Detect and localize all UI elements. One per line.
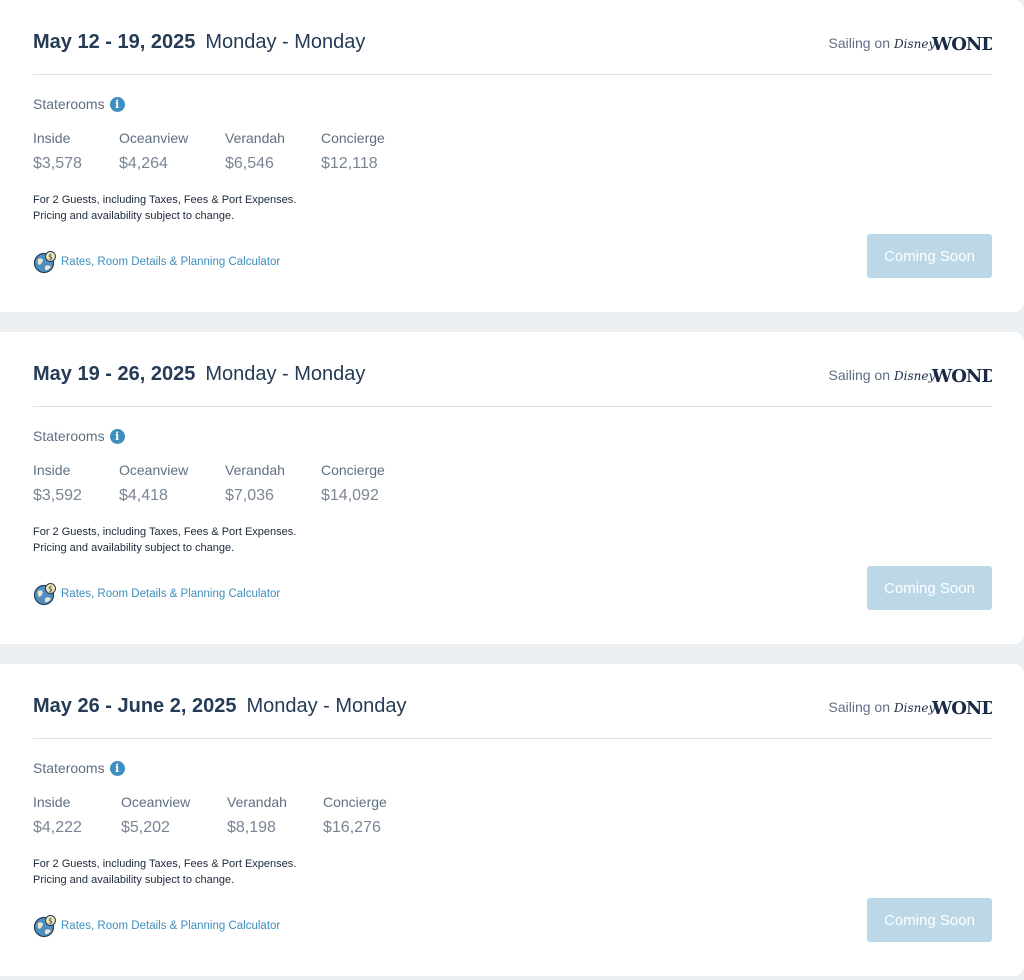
pricing-note-line: For 2 Guests, including Taxes, Fees & Po… <box>33 526 297 538</box>
sailing-days: Monday - Monday <box>246 695 407 717</box>
ship-info: Sailing on Disney WONDER <box>829 30 993 56</box>
price-oceanview: Oceanview $5,202 <box>121 794 190 837</box>
ship-info: Sailing on Disney WONDER <box>829 694 993 720</box>
price-value: $8,198 <box>227 819 276 836</box>
price-type: Inside <box>33 462 71 478</box>
staterooms-heading: Staterooms i <box>33 760 125 776</box>
pricing-note: For 2 Guests, including Taxes, Fees & Po… <box>33 524 296 556</box>
sailing-on-label: Sailing on <box>828 699 891 715</box>
price-oceanview: Oceanview $4,264 <box>119 130 188 173</box>
price-value: $7,036 <box>225 487 274 504</box>
svg-text:$: $ <box>48 916 53 925</box>
price-value: $14,092 <box>321 487 379 504</box>
price-value: $3,592 <box>33 487 82 504</box>
rates-link-text[interactable]: Rates, Room Details & Planning Calculato… <box>61 588 280 600</box>
price-inside: Inside $3,592 <box>33 462 82 505</box>
sailing-date-range: May 12 - 19, 2025 <box>33 31 196 53</box>
price-inside: Inside $4,222 <box>33 794 82 837</box>
price-concierge: Concierge $16,276 <box>323 794 387 837</box>
coming-soon-button[interactable]: Coming Soon <box>867 566 992 610</box>
price-value: $12,118 <box>321 155 378 172</box>
price-value: $4,222 <box>33 819 82 836</box>
sailing-days: Monday - Monday <box>205 31 366 53</box>
sailing-dates: May 12 - 19, 2025 Monday - Monday <box>33 31 365 54</box>
disney-wonder-logo: Disney WONDER <box>894 698 992 719</box>
price-type: Verandah <box>225 462 285 478</box>
globe-dollar-icon: $ <box>33 583 56 606</box>
price-type: Verandah <box>225 130 285 146</box>
price-type: Inside <box>33 794 71 810</box>
rates-calculator-link[interactable]: $ Rates, Room Details & Planning Calcula… <box>33 250 280 274</box>
sailing-days: Monday - Monday <box>205 363 366 385</box>
price-type: Oceanview <box>119 462 189 478</box>
sailing-date-range: May 19 - 26, 2025 <box>33 363 196 385</box>
price-oceanview: Oceanview $4,418 <box>119 462 188 505</box>
price-type: Concierge <box>321 462 385 478</box>
sailing-card: May 26 - June 2, 2025 Monday - Monday Sai… <box>0 664 1024 976</box>
svg-text:Disney: Disney <box>894 37 935 51</box>
price-value: $16,276 <box>323 819 381 836</box>
price-value: $5,202 <box>121 819 170 836</box>
price-verandah: Verandah $8,198 <box>227 794 287 837</box>
disney-wonder-logo: Disney WONDER <box>894 34 992 55</box>
ship-info: Sailing on Disney WONDER <box>829 362 993 388</box>
svg-text:WONDER: WONDER <box>931 34 992 55</box>
staterooms-label: Staterooms <box>33 428 105 444</box>
pricing-note-line: For 2 Guests, including Taxes, Fees & Po… <box>33 194 297 206</box>
rates-link-text[interactable]: Rates, Room Details & Planning Calculato… <box>61 920 280 932</box>
pricing-note: For 2 Guests, including Taxes, Fees & Po… <box>33 192 296 224</box>
disney-wonder-logo: Disney WONDER <box>894 366 992 387</box>
price-inside: Inside $3,578 <box>33 130 82 173</box>
card-header: May 26 - June 2, 2025 Monday - Monday Sai… <box>33 664 992 739</box>
price-concierge: Concierge $14,092 <box>321 462 385 505</box>
coming-soon-button[interactable]: Coming Soon <box>867 898 992 942</box>
globe-dollar-icon: $ <box>33 915 56 938</box>
staterooms-label: Staterooms <box>33 760 105 776</box>
sailing-card: May 12 - 19, 2025 Monday - Monday Sailing… <box>0 0 1024 312</box>
coming-soon-button[interactable]: Coming Soon <box>867 234 992 278</box>
rates-calculator-link[interactable]: $ Rates, Room Details & Planning Calcula… <box>33 914 280 938</box>
staterooms-label: Staterooms <box>33 96 105 112</box>
svg-text:WONDER: WONDER <box>931 366 992 387</box>
price-value: $4,418 <box>119 487 168 504</box>
sailing-dates: May 26 - June 2, 2025 Monday - Monday <box>33 695 407 718</box>
price-verandah: Verandah $7,036 <box>225 462 285 505</box>
price-value: $3,578 <box>33 155 82 172</box>
sailing-date-range: May 26 - June 2, 2025 <box>33 695 237 717</box>
rates-link-text[interactable]: Rates, Room Details & Planning Calculato… <box>61 256 280 268</box>
info-icon[interactable]: i <box>109 428 125 444</box>
globe-dollar-icon: $ <box>33 251 56 274</box>
price-value: $6,546 <box>225 155 274 172</box>
svg-text:WONDER: WONDER <box>931 698 992 719</box>
pricing-note: For 2 Guests, including Taxes, Fees & Po… <box>33 856 296 888</box>
price-concierge: Concierge $12,118 <box>321 130 385 173</box>
pricing-note-line: Pricing and availability subject to chan… <box>33 874 235 886</box>
rates-calculator-link[interactable]: $ Rates, Room Details & Planning Calcula… <box>33 582 280 606</box>
price-type: Oceanview <box>121 794 191 810</box>
sailing-on-label: Sailing on <box>828 35 891 51</box>
price-type: Concierge <box>321 130 385 146</box>
price-type: Verandah <box>227 794 287 810</box>
staterooms-heading: Staterooms i <box>33 428 125 444</box>
pricing-note-line: For 2 Guests, including Taxes, Fees & Po… <box>33 858 297 870</box>
info-icon[interactable]: i <box>109 760 125 776</box>
price-verandah: Verandah $6,546 <box>225 130 285 173</box>
sailing-card: May 19 - 26, 2025 Monday - Monday Sailing… <box>0 332 1024 644</box>
sailing-on-label: Sailing on <box>828 367 891 383</box>
price-value: $4,264 <box>119 155 168 172</box>
card-header: May 19 - 26, 2025 Monday - Monday Sailing… <box>33 332 992 407</box>
info-icon[interactable]: i <box>109 96 125 112</box>
staterooms-heading: Staterooms i <box>33 96 125 112</box>
price-type: Oceanview <box>119 130 189 146</box>
svg-text:Disney: Disney <box>894 369 935 383</box>
svg-text:Disney: Disney <box>894 701 935 715</box>
price-type: Concierge <box>323 794 387 810</box>
sailing-dates: May 19 - 26, 2025 Monday - Monday <box>33 363 365 386</box>
svg-text:$: $ <box>48 252 53 261</box>
pricing-note-line: Pricing and availability subject to chan… <box>33 542 235 554</box>
pricing-note-line: Pricing and availability subject to chan… <box>33 210 235 222</box>
svg-text:$: $ <box>48 584 53 593</box>
price-type: Inside <box>33 130 71 146</box>
card-header: May 12 - 19, 2025 Monday - Monday Sailing… <box>33 0 992 75</box>
